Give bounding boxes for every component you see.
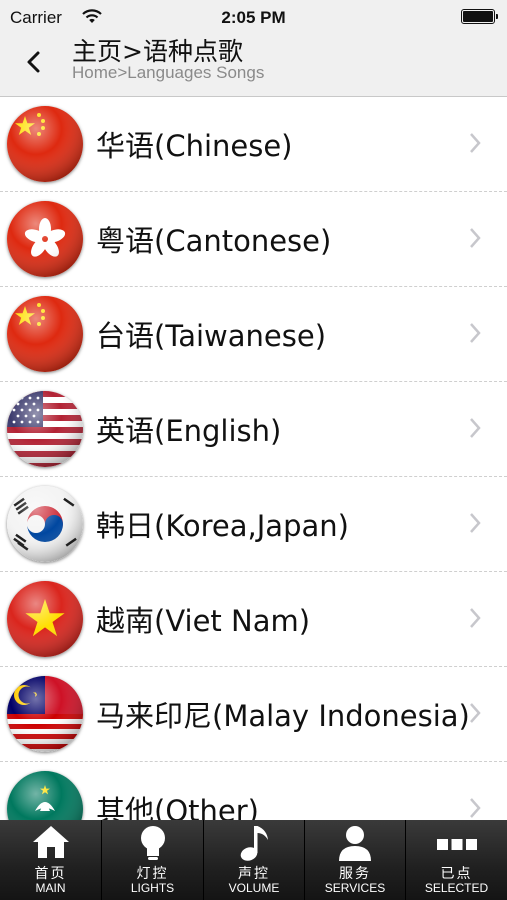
more-icon [435, 824, 479, 867]
vietnam-flag-icon [7, 581, 83, 657]
korea-flag-icon [7, 486, 83, 562]
battery-icon [461, 9, 498, 24]
chevron-right-icon [468, 131, 482, 160]
tab-label-en: SERVICES [324, 881, 386, 895]
language-row-other[interactable]: 其他(Other) [0, 762, 507, 820]
tab-lights[interactable]: 灯控 LIGHTS [102, 820, 204, 900]
language-row-chinese[interactable]: 华语(Chinese) [0, 97, 507, 192]
language-label: 华语(Chinese) [96, 129, 293, 163]
hong-kong-flag-icon [7, 201, 83, 277]
chevron-right-icon [468, 701, 482, 730]
tab-label-cn: 首页 [34, 866, 67, 882]
tab-label-cn: 已点 [440, 866, 473, 882]
malaysia-indonesia-flag-icon [7, 676, 83, 752]
language-row-korea-japan[interactable]: 韩日(Korea,Japan) [0, 477, 507, 572]
language-row-vietnam[interactable]: 越南(Viet Nam) [0, 572, 507, 667]
chevron-right-icon [468, 321, 482, 350]
chevron-right-icon [468, 606, 482, 635]
language-row-cantonese[interactable]: 粤语(Cantonese) [0, 192, 507, 287]
language-label: 其他(Other) [96, 794, 259, 820]
macau-flag-icon [7, 771, 83, 820]
language-label: 粤语(Cantonese) [96, 224, 332, 258]
clock-time: 2:05 PM [221, 8, 286, 27]
tab-label-cn: 服务 [339, 866, 371, 882]
tab-label-en: LIGHTS [130, 881, 175, 895]
china-flag-icon [7, 296, 83, 372]
china-flag-icon [7, 106, 83, 182]
tab-volume[interactable]: 声控 VOLUME [204, 820, 305, 900]
music-note-icon [237, 824, 271, 867]
language-list: 华语(Chinese) 粤语(Cantonese) 台语(Taiwanese) … [0, 97, 507, 820]
chevron-right-icon [468, 511, 482, 540]
language-label: 越南(Viet Nam) [96, 604, 311, 638]
tab-selected[interactable]: 已点 SELECTED [406, 820, 507, 900]
tab-bar: 首页 MAIN 灯控 LIGHTS 声控 VOLUME 服务 SERVICES … [0, 820, 507, 900]
light-bulb-icon [137, 824, 169, 867]
language-label: 马来印尼(Malay Indonesia) [96, 699, 470, 733]
language-row-taiwanese[interactable]: 台语(Taiwanese) [0, 287, 507, 382]
navigation-bar: 主页>语种点歌 Home>Languages Songs [0, 34, 507, 97]
usa-flag-icon [7, 391, 83, 467]
back-chevron-icon[interactable] [18, 44, 54, 80]
chevron-right-icon [468, 226, 482, 255]
chevron-right-icon [468, 796, 482, 820]
language-label: 台语(Taiwanese) [96, 319, 327, 353]
language-row-malay-indonesia[interactable]: 马来印尼(Malay Indonesia) [0, 667, 507, 762]
tab-label-cn: 声控 [238, 866, 270, 882]
home-icon [31, 824, 71, 865]
language-label: 韩日(Korea,Japan) [96, 509, 349, 543]
page-subtitle: Home>Languages Songs [72, 63, 265, 82]
tab-services[interactable]: 服务 SERVICES [305, 820, 406, 900]
tab-main[interactable]: 首页 MAIN [0, 820, 102, 900]
status-bar: Carrier 2:05 PM [0, 0, 507, 34]
language-row-english[interactable]: 英语(English) [0, 382, 507, 477]
tab-label-en: SELECTED [424, 881, 489, 895]
tab-label-en: VOLUME [228, 881, 280, 895]
tab-label-cn: 灯控 [136, 866, 169, 882]
language-label: 英语(English) [96, 414, 282, 448]
chevron-right-icon [468, 416, 482, 445]
person-icon [336, 824, 374, 867]
tab-label-en: MAIN [35, 881, 66, 895]
